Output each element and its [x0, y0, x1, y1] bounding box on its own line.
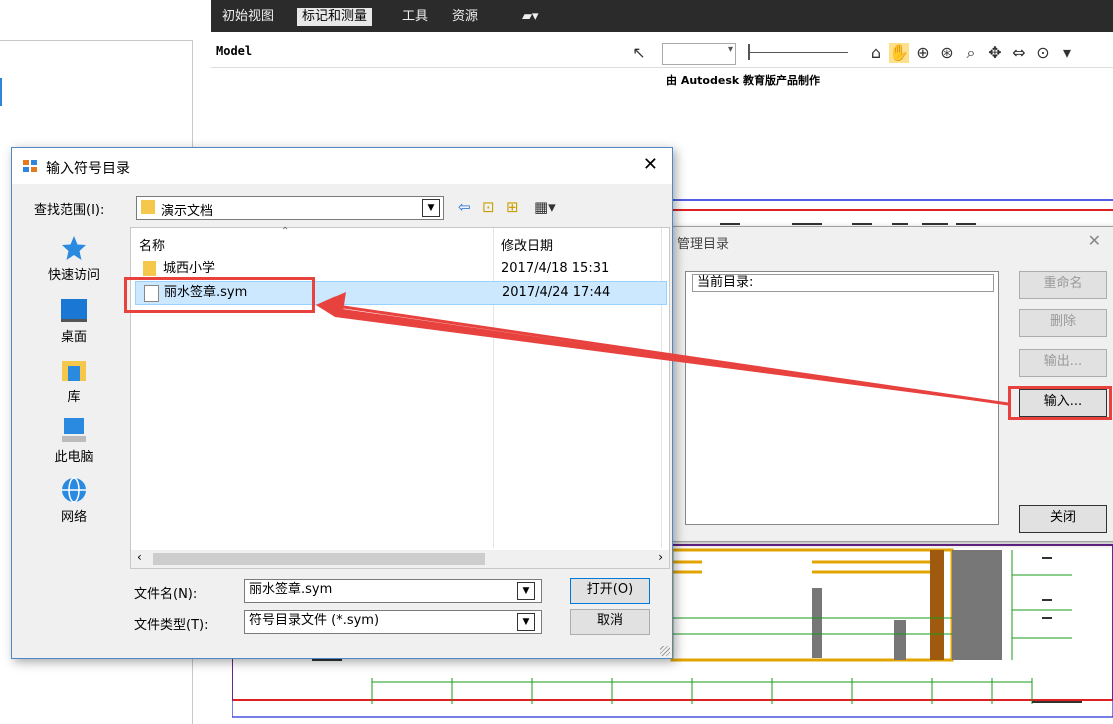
- desktop-icon: [61, 299, 87, 322]
- menu-initial-view[interactable]: 初始视图: [217, 8, 279, 26]
- library-icon: [62, 361, 86, 381]
- dialog-titlebar: 输入符号目录 ✕: [12, 148, 672, 184]
- folder-icon: [143, 261, 156, 276]
- file-date: 2017/4/24 17:44: [502, 285, 611, 300]
- menu-tools[interactable]: 工具: [397, 8, 433, 26]
- lookin-combo[interactable]: 演示文档: [136, 196, 444, 220]
- open-button[interactable]: 打开(O): [570, 578, 650, 604]
- more-dropdown-icon[interactable]: ▾: [1057, 43, 1077, 63]
- home-icon[interactable]: ⌂: [866, 43, 886, 63]
- filetype-label: 文件类型(T):: [134, 618, 209, 633]
- zoom-slider[interactable]: [748, 44, 848, 60]
- close-icon[interactable]: ✕: [643, 154, 658, 175]
- viewer-toolbar: Model ↖ ▾ ⌂ ✋ ⊕ ⊛ ⌕ ✥ ⇔ ⊙ ▾: [211, 40, 1113, 68]
- network-globe-icon: [62, 477, 86, 503]
- star-icon: [62, 236, 86, 260]
- scroll-thumb[interactable]: [153, 553, 485, 565]
- viewer-menu-bar: 初始视图 标记和测量 工具 资源 ▰▾: [211, 0, 1113, 32]
- close-button[interactable]: 关闭: [1019, 505, 1107, 533]
- manage-dialog-title: 管理目录: [677, 237, 730, 252]
- lookin-value: 演示文档: [161, 204, 214, 219]
- close-icon[interactable]: ✕: [1088, 231, 1101, 250]
- scroll-right-icon[interactable]: ›: [658, 550, 663, 564]
- menu-resources[interactable]: 资源: [447, 8, 483, 26]
- view-menu-icon[interactable]: ▦▾: [534, 198, 556, 216]
- resize-grip[interactable]: [660, 646, 670, 656]
- rename-button[interactable]: 重命名: [1019, 271, 1107, 299]
- zoom-in-icon[interactable]: ⊕: [913, 43, 933, 63]
- place-this-pc[interactable]: 此电脑: [26, 416, 122, 465]
- up-folder-icon[interactable]: ⊡: [482, 198, 495, 216]
- place-network[interactable]: 网络: [26, 476, 122, 525]
- catalog-list-header: 当前目录:: [692, 274, 994, 292]
- column-header-modified[interactable]: 修改日期: [501, 235, 553, 254]
- highlight-import-button: [1008, 386, 1112, 420]
- filename-dropdown-button[interactable]: ▼: [517, 582, 535, 600]
- zoom-fit-icon[interactable]: ⌕: [961, 43, 981, 63]
- orbit-icon[interactable]: ✥: [985, 43, 1005, 63]
- place-quick-access[interactable]: 快速访问: [26, 234, 122, 283]
- cancel-button[interactable]: 取消: [570, 609, 650, 635]
- highlight-selected-file: [124, 277, 315, 313]
- watermark-text: 由 Autodesk 教育版产品制作: [666, 74, 821, 87]
- horizontal-scrollbar[interactable]: ‹ ›: [131, 550, 669, 568]
- computer-icon: [62, 418, 86, 442]
- delete-button[interactable]: 删除: [1019, 309, 1107, 337]
- lookin-label: 查找范围(I):: [34, 203, 105, 218]
- export-button[interactable]: 输出...: [1019, 349, 1107, 377]
- place-desktop[interactable]: 桌面: [26, 296, 122, 345]
- column-header-name[interactable]: 名称: [139, 235, 165, 254]
- walk-icon[interactable]: ⇔: [1009, 43, 1029, 63]
- app-icon: [23, 160, 37, 172]
- camera-menu-icon[interactable]: ▰▾: [517, 8, 544, 26]
- manage-catalog-dialog: 管理目录 ✕ 当前目录: 重命名 删除 输出... 输入... 关闭: [668, 226, 1113, 542]
- pan-icon[interactable]: ✋: [889, 43, 909, 63]
- model-tab[interactable]: Model: [216, 44, 252, 58]
- catalog-list[interactable]: 当前目录:: [685, 271, 999, 525]
- folder-icon: [141, 200, 155, 214]
- file-date: 2017/4/18 15:31: [501, 261, 610, 276]
- filetype-dropdown-button[interactable]: ▼: [517, 613, 535, 631]
- filename-input[interactable]: 丽水签章.sym: [244, 579, 542, 603]
- select-cursor-icon[interactable]: ↖: [629, 43, 649, 63]
- scroll-left-icon[interactable]: ‹: [137, 550, 142, 564]
- zoom-window-icon[interactable]: ⊛: [937, 43, 957, 63]
- zoom-combo[interactable]: ▾: [662, 43, 736, 65]
- dialog-title: 输入符号目录: [46, 161, 130, 177]
- lookin-dropdown-button[interactable]: ▼: [422, 199, 440, 217]
- import-catalog-dialog: 输入符号目录 ✕ 查找范围(I): 演示文档 ▼ ⇦ ⊡ ⊞ ▦▾ 快速访问 桌…: [11, 147, 673, 659]
- menu-markup-measure[interactable]: 标记和测量: [297, 8, 373, 26]
- steering-wheel-icon[interactable]: ⊙: [1033, 43, 1053, 63]
- new-folder-icon[interactable]: ⊞: [506, 198, 519, 216]
- sort-up-icon: ⌃: [281, 226, 290, 237]
- back-arrow-icon[interactable]: ⇦: [458, 198, 471, 216]
- filetype-select[interactable]: 符号目录文件 (*.sym): [244, 610, 542, 634]
- filename-label: 文件名(N):: [134, 587, 198, 602]
- place-library[interactable]: 库: [26, 356, 122, 405]
- places-bar: 快速访问 桌面 库 此电脑 网络: [26, 228, 122, 628]
